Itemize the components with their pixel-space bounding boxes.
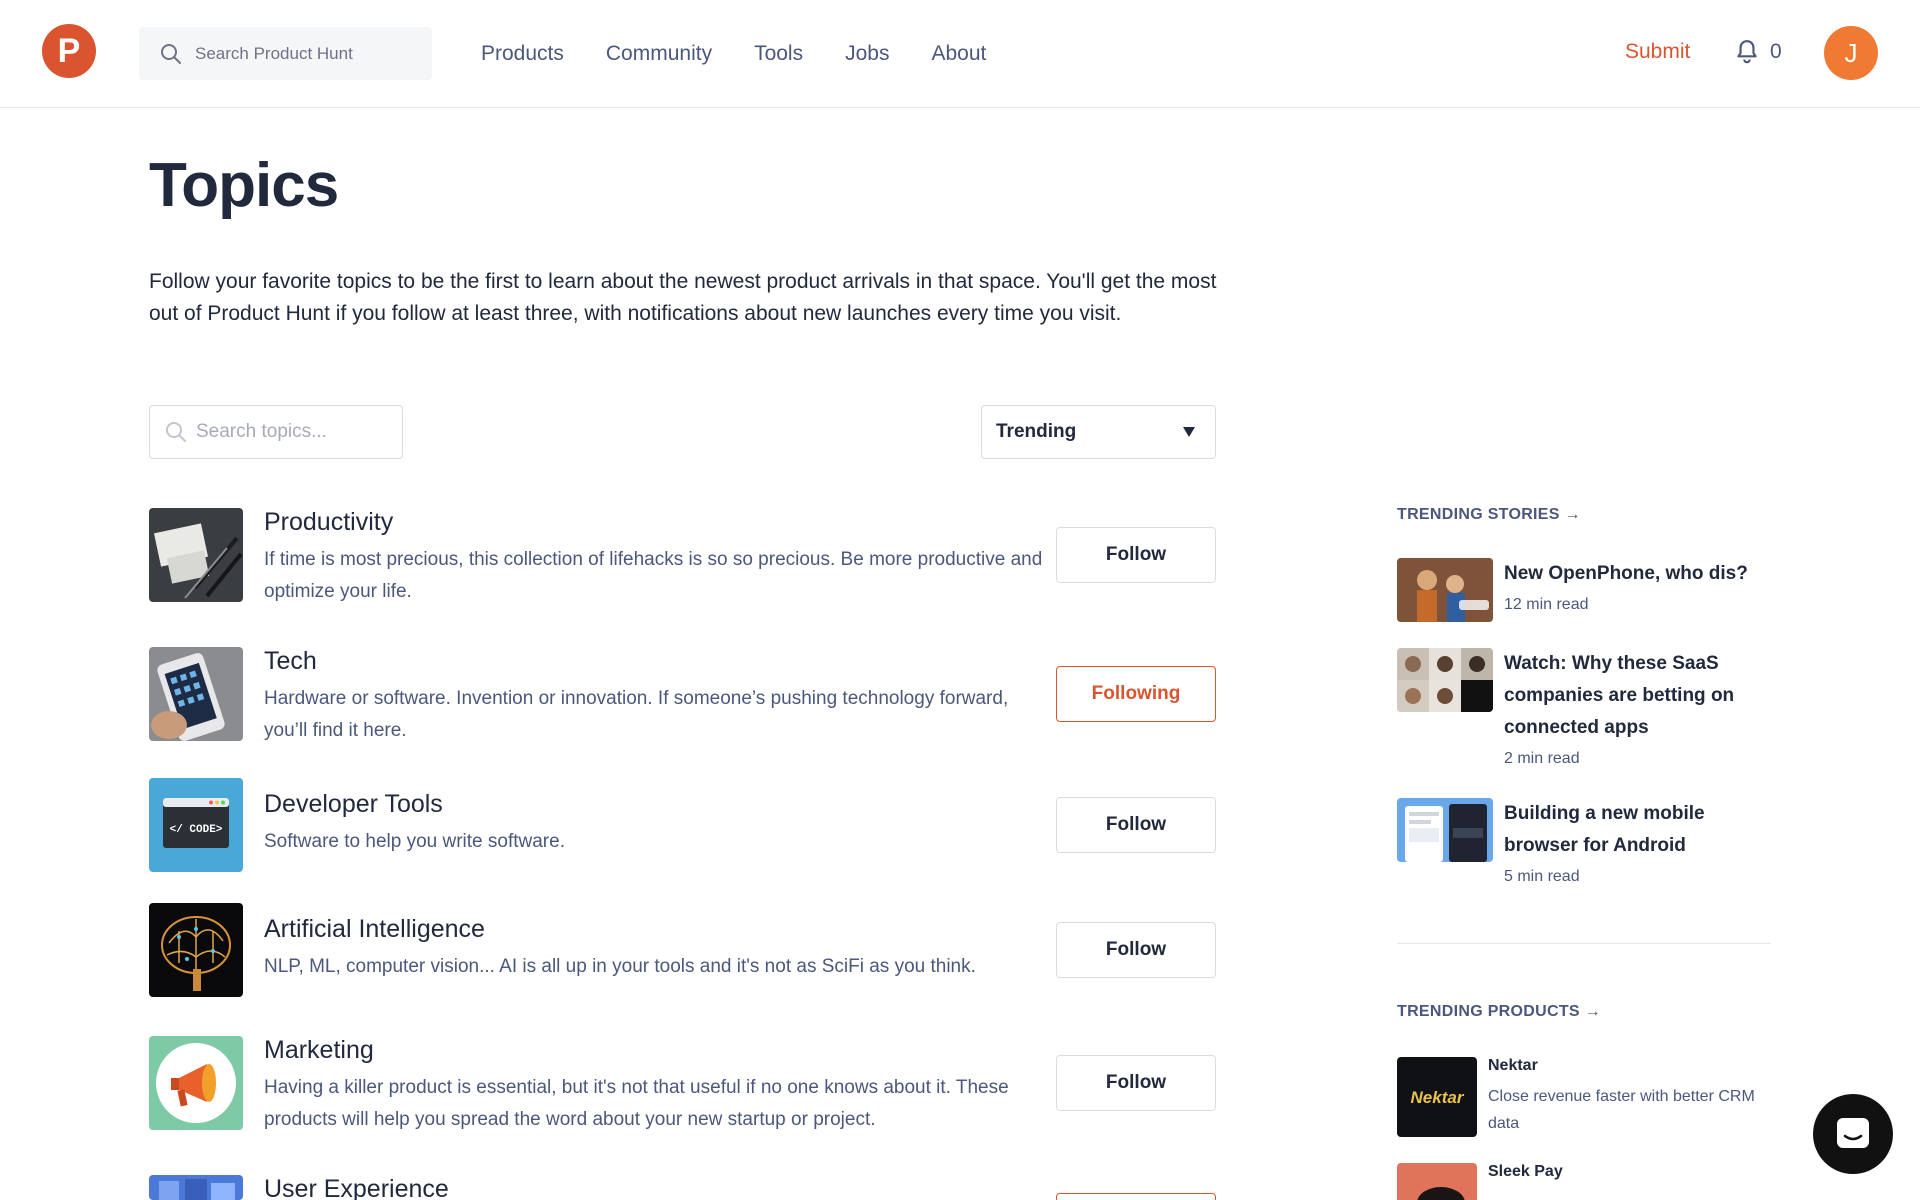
topic-row: User Experience xyxy=(149,1175,1217,1200)
topic-thumbnail[interactable] xyxy=(149,1036,243,1130)
topic-name[interactable]: User Experience xyxy=(264,1175,449,1200)
story-thumbnail xyxy=(1397,798,1493,862)
story-item[interactable]: Building a new mobile browser for Androi… xyxy=(1397,798,1771,888)
submit-link[interactable]: Submit xyxy=(1625,40,1690,64)
topic-thumbnail[interactable] xyxy=(149,1175,243,1200)
story-read-time: 12 min read xyxy=(1504,596,1589,613)
nav-about[interactable]: About xyxy=(931,42,986,66)
follow-button[interactable]: Follow xyxy=(1056,1055,1216,1111)
topic-name[interactable]: Artificial Intelligence xyxy=(264,915,485,944)
notifications-button[interactable]: 0 xyxy=(1734,38,1782,66)
product-name[interactable]: Sleek Pay xyxy=(1488,1163,1563,1181)
story-title[interactable]: Building a new mobile browser for Androi… xyxy=(1504,798,1774,862)
follow-button[interactable]: Follow xyxy=(1056,797,1216,853)
trending-stories-heading[interactable]: TRENDING STORIES → xyxy=(1397,506,1581,524)
topic-thumbnail[interactable] xyxy=(149,508,243,602)
topic-row: </ CODE> Developer Tools Software to hel… xyxy=(149,778,1217,872)
topic-thumbnail[interactable]: </ CODE> xyxy=(149,778,243,872)
following-button[interactable]: Following xyxy=(1056,666,1216,722)
caret-down-icon xyxy=(1183,427,1195,437)
product-item[interactable]: Nektar Nektar Close revenue faster with … xyxy=(1397,1057,1771,1137)
topic-description: Having a killer product is essential, bu… xyxy=(264,1077,1009,1130)
follow-button[interactable]: Follow xyxy=(1056,527,1216,583)
chat-launcher-button[interactable] xyxy=(1813,1094,1893,1174)
product-hunt-logo[interactable]: P xyxy=(42,24,96,78)
topic-search[interactable] xyxy=(149,405,403,459)
product-name[interactable]: Nektar xyxy=(1488,1057,1538,1075)
story-read-time: 5 min read xyxy=(1504,868,1580,885)
nav-tools[interactable]: Tools xyxy=(754,42,803,66)
product-item[interactable]: Sleek Pay xyxy=(1397,1163,1771,1200)
search-icon xyxy=(166,422,186,442)
nav-community[interactable]: Community xyxy=(606,42,712,66)
chat-icon xyxy=(1837,1118,1869,1148)
topic-name[interactable]: Marketing xyxy=(264,1036,374,1065)
bell-icon xyxy=(1737,40,1757,64)
nav-jobs[interactable]: Jobs xyxy=(845,42,889,66)
product-tagline: Close revenue faster with better CRM dat… xyxy=(1488,1088,1755,1132)
topic-description: If time is most precious, this collectio… xyxy=(264,549,1043,602)
nektar-logo-text: Nektar xyxy=(1411,1088,1465,1107)
code-thumbnail-text: </ CODE> xyxy=(170,824,223,836)
nav-products[interactable]: Products xyxy=(481,42,564,66)
topic-search-input[interactable] xyxy=(196,421,386,443)
topic-row: Marketing Having a killer product is ess… xyxy=(149,1036,1217,1130)
topic-description: NLP, ML, computer vision... AI is all up… xyxy=(264,956,976,977)
search-icon xyxy=(161,43,181,64)
topic-thumbnail[interactable] xyxy=(149,647,243,741)
sidebar-divider xyxy=(1397,943,1771,944)
topic-name[interactable]: Productivity xyxy=(264,508,393,537)
story-title[interactable]: New OpenPhone, who dis? xyxy=(1504,558,1774,590)
topic-thumbnail[interactable] xyxy=(149,903,243,997)
follow-button[interactable]: Follow xyxy=(1056,922,1216,978)
trending-products-heading[interactable]: TRENDING PRODUCTS → xyxy=(1397,1003,1601,1021)
topic-row: Artificial Intelligence NLP, ML, compute… xyxy=(149,903,1217,997)
topic-row: Productivity If time is most precious, t… xyxy=(149,508,1217,602)
topic-name[interactable]: Tech xyxy=(264,647,317,676)
user-avatar[interactable]: J xyxy=(1824,26,1878,80)
topic-name[interactable]: Developer Tools xyxy=(264,790,443,819)
site-search-input[interactable] xyxy=(195,43,415,64)
follow-button[interactable] xyxy=(1056,1193,1216,1200)
story-thumbnail xyxy=(1397,558,1493,622)
story-title[interactable]: Watch: Why these SaaS companies are bett… xyxy=(1504,648,1774,744)
sort-dropdown[interactable]: Trending xyxy=(981,405,1216,459)
product-logo xyxy=(1397,1163,1477,1200)
site-search[interactable] xyxy=(139,27,432,80)
story-thumbnail xyxy=(1397,648,1493,712)
main-nav: Products Community Tools Jobs About xyxy=(481,0,1028,108)
topic-description: Software to help you write software. xyxy=(264,831,565,852)
intro-text: Follow your favorite topics to be the fi… xyxy=(149,270,1217,325)
story-item[interactable]: Watch: Why these SaaS companies are bett… xyxy=(1397,648,1771,778)
sort-selected-value: Trending xyxy=(996,421,1077,442)
story-item[interactable]: New OpenPhone, who dis? 12 min read xyxy=(1397,558,1771,638)
top-header: P Products Community Tools Jobs About Su… xyxy=(0,0,1920,108)
page-title: Topics xyxy=(149,151,339,220)
story-read-time: 2 min read xyxy=(1504,750,1580,767)
notification-count: 0 xyxy=(1770,40,1782,63)
topic-row: Tech Hardware or software. Invention or … xyxy=(149,647,1217,741)
product-logo: Nektar xyxy=(1397,1057,1477,1137)
topic-description: Hardware or software. Invention or innov… xyxy=(264,688,1009,741)
